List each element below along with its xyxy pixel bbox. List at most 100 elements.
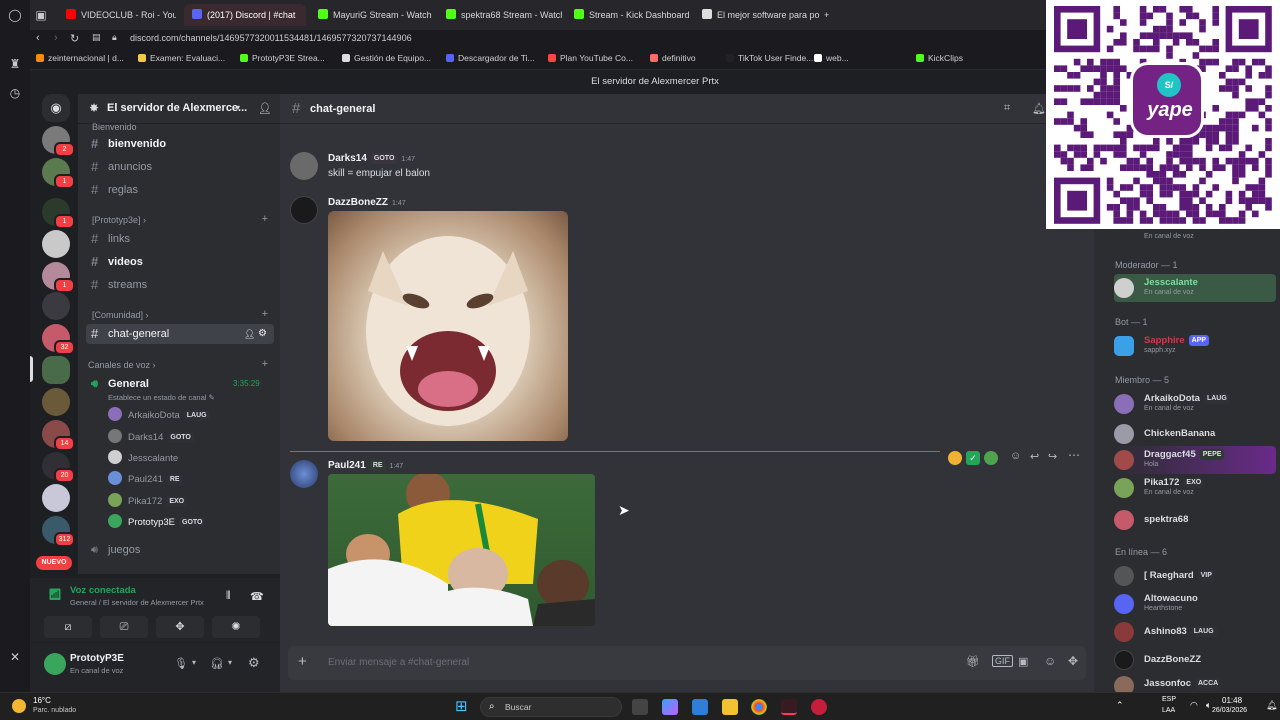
category-bienvenido[interactable]: Bienvenido: [92, 122, 137, 132]
bookmark-item[interactable]: definitivo: [650, 53, 696, 63]
add-channel-icon[interactable]: +: [262, 358, 268, 370]
microphone-icon[interactable]: 🎙︎: [174, 657, 188, 670]
server-icon-selected[interactable]: [42, 356, 70, 384]
forward-icon[interactable]: ↪: [1048, 450, 1057, 463]
bookmark-item[interactable]: Examen: Evaluaci...: [138, 53, 225, 63]
channel-chat-general[interactable]: # chat-general 👤︎ ⚙: [86, 324, 274, 344]
member-item[interactable]: Pika172 EXO En canal de voz: [1114, 474, 1276, 502]
channel-videos[interactable]: # videos: [86, 252, 274, 272]
voice-connected-subtitle[interactable]: General / El servidor de Alexmercer Prtx: [70, 598, 204, 607]
emoji-icon[interactable]: ☺: [1044, 654, 1056, 668]
bookmark-item[interactable]: KickClips: [916, 53, 963, 63]
browser-tab[interactable]: spektra68 Stream - Watch: [438, 4, 562, 26]
sticker-icon[interactable]: ▣: [1018, 655, 1028, 668]
avatar[interactable]: [44, 653, 66, 675]
new-servers-badge[interactable]: NUEVO: [36, 556, 72, 570]
avatar[interactable]: [290, 460, 318, 488]
voice-channel-general[interactable]: 🔊︎ General 3:35:29: [86, 374, 274, 394]
server-icon[interactable]: 32: [42, 324, 75, 355]
url-field[interactable]: discord.com/channels/1469577320011534481…: [130, 33, 412, 43]
windows-start-icon[interactable]: ⊞: [455, 699, 468, 714]
voice-user[interactable]: Pika172 EXO: [108, 492, 188, 512]
apps-icon[interactable]: ✥: [1068, 654, 1078, 668]
server-icon[interactable]: [42, 388, 70, 416]
member-item[interactable]: Jassonfoc ACCA: [1114, 672, 1276, 692]
chevron-down-icon[interactable]: ▾: [228, 658, 232, 667]
bookmark-item[interactable]: Descargador de Ti...: [446, 53, 535, 63]
member-item[interactable]: ChickenBanana: [1114, 420, 1276, 448]
volume-icon[interactable]: 🔈︎: [1206, 700, 1211, 711]
recording-app-icon[interactable]: [811, 699, 827, 715]
reply-icon[interactable]: ↩: [1030, 450, 1039, 463]
member-item[interactable]: Altowacuno Hearthstone: [1114, 590, 1276, 618]
headphones-icon[interactable]: 🎧︎: [210, 657, 224, 670]
member-item[interactable]: Ashino83 LAUG: [1114, 618, 1276, 646]
message-author[interactable]: Darks14 GOTO 1:47: [328, 153, 415, 164]
bookmark-item[interactable]: PrototyP3E Strea...: [240, 53, 325, 63]
camera-off-button[interactable]: ⧄: [44, 616, 92, 638]
member-item[interactable]: [ Raeghard VIP: [1114, 562, 1276, 590]
noise-suppression-icon[interactable]: ⫴: [226, 590, 231, 603]
football-celebration-image[interactable]: [328, 474, 595, 626]
server-icon[interactable]: 14: [42, 420, 75, 451]
channel-status-hint[interactable]: Establece un estado de canal ✎: [108, 393, 215, 402]
voice-user[interactable]: Jesscalante: [108, 449, 178, 469]
signal-icon[interactable]: 📶︎: [48, 588, 62, 601]
add-member-icon[interactable]: 👤︎: [258, 102, 272, 115]
tab-menu-icon[interactable]: ▣: [34, 8, 48, 22]
gear-icon[interactable]: ⚙: [248, 655, 260, 671]
server-icon[interactable]: 1: [42, 262, 75, 293]
bookmark-item[interactable]: Gestión de Equipo...: [342, 53, 431, 63]
channel-streams[interactable]: # streams: [86, 275, 274, 295]
chevron-down-icon[interactable]: ▾: [192, 658, 196, 667]
server-icon[interactable]: 1: [42, 198, 75, 229]
channel-anuncios[interactable]: # anuncios: [86, 157, 274, 177]
server-icon[interactable]: 1: [42, 158, 75, 189]
browser-tab[interactable]: El mejor software para po: [694, 4, 820, 26]
category-comunidad[interactable]: [Comunidad] ›: [92, 310, 149, 320]
server-icon[interactable]: 312: [42, 516, 75, 547]
message-input[interactable]: Enviar mensaje a #chat-general: [328, 657, 469, 668]
add-channel-icon[interactable]: +: [262, 213, 268, 225]
browser-tab[interactable]: MayuriG Stream - Watch L: [310, 4, 434, 26]
category-prototyp3e[interactable]: [Prototyp3e] ›: [92, 215, 146, 225]
notification-bell-icon[interactable]: 🔔︎: [1266, 700, 1277, 711]
more-options-icon[interactable]: ⋯: [1068, 448, 1080, 462]
forward-icon[interactable]: ›: [54, 32, 58, 44]
bookmark-item[interactable]: TikTok User Finde...: [726, 53, 813, 63]
reaction-emoji-icon[interactable]: [948, 451, 962, 465]
new-tab-button[interactable]: +: [820, 4, 840, 26]
browser-tab[interactable]: VIDEOCLUB - Roi - YouTu: [58, 4, 176, 26]
screen-share-button[interactable]: ⎚: [100, 616, 148, 638]
add-channel-icon[interactable]: +: [262, 308, 268, 320]
browser-tab-active[interactable]: (2017) Discord | #chat: [184, 4, 306, 26]
browser-tab[interactable]: Stream - Kick Dashboard: [566, 4, 690, 26]
gx-icon[interactable]: ✕: [8, 650, 22, 664]
page-icon[interactable]: ▤: [92, 32, 101, 43]
threads-icon[interactable]: ⌗: [1004, 102, 1010, 115]
taskbar-search[interactable]: ⌕ Buscar: [480, 697, 622, 717]
chrome-icon[interactable]: [751, 699, 767, 715]
server-icon[interactable]: 2: [42, 126, 75, 157]
message-author[interactable]: Paul241 RE 1:47: [328, 460, 403, 471]
invite-icon[interactable]: 👤︎: [244, 324, 255, 344]
voice-user[interactable]: Paul241 RE: [108, 470, 183, 490]
opera-logo-icon[interactable]: ◯: [8, 8, 22, 22]
discord-home-icon[interactable]: ◉: [42, 94, 70, 122]
category-voice[interactable]: Canales de voz ›: [88, 360, 156, 370]
channel-links[interactable]: # links: [86, 229, 274, 249]
server-icon[interactable]: [42, 230, 70, 258]
copilot-icon[interactable]: [662, 699, 678, 715]
server-icon[interactable]: 20: [42, 452, 75, 483]
message-author[interactable]: DazzBoneZZ 1:47: [328, 197, 406, 208]
language-indicator[interactable]: ESP: [1162, 696, 1176, 703]
voice-channel-juegos[interactable]: 🔊︎ juegos: [86, 540, 274, 560]
member-item[interactable]: spektra68: [1114, 506, 1276, 534]
reaction-emoji-icon[interactable]: [984, 451, 998, 465]
voice-user[interactable]: Darks14 GOTO: [108, 428, 194, 448]
avatar[interactable]: [290, 196, 318, 224]
weather-icon[interactable]: [12, 699, 26, 713]
gift-icon[interactable]: 🎁︎: [966, 655, 980, 668]
gif-icon[interactable]: GIF: [992, 655, 1013, 667]
avatar[interactable]: [290, 152, 318, 180]
